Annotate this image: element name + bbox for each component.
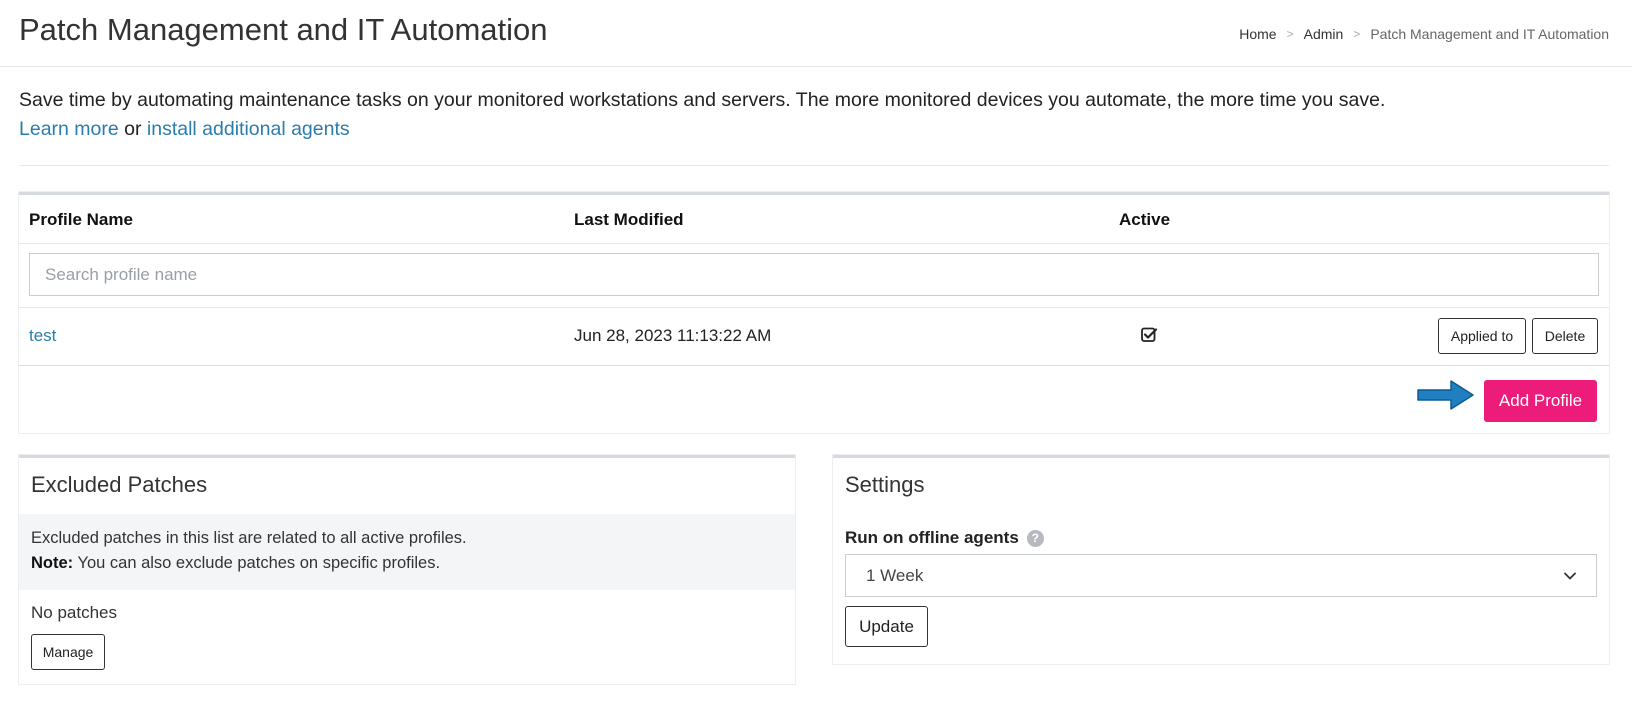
breadcrumb-separator: > [1353,27,1361,41]
breadcrumb-admin[interactable]: Admin [1304,26,1344,42]
add-profile-button[interactable]: Add Profile [1484,380,1597,422]
add-profile-row: Add Profile [19,365,1609,433]
excluded-info-box: Excluded patches in this list are relate… [19,514,795,590]
profiles-table: Profile Name Last Modified Active test J… [19,192,1609,433]
applied-to-button[interactable]: Applied to [1438,318,1526,354]
table-row: test Jun 28, 2023 11:13:22 AM Applied to… [19,307,1609,366]
search-input[interactable] [29,253,1599,296]
breadcrumb-home[interactable]: Home [1239,26,1276,42]
note-text: You can also exclude patches on specific… [73,554,441,572]
offline-agents-label-text: Run on offline agents [845,528,1019,547]
divider [19,165,1609,166]
breadcrumb: Home > Admin > Patch Management and IT A… [1239,26,1609,42]
no-patches-text: No patches [31,603,117,622]
last-modified-value: Jun 28, 2023 11:13:22 AM [574,326,772,345]
intro-text: Save time by automating maintenance task… [19,86,1609,144]
intro-description: Save time by automating maintenance task… [19,89,1386,111]
learn-more-link[interactable]: Learn more [19,118,119,140]
update-button[interactable]: Update [845,606,928,647]
page-header: Patch Management and IT Automation Home … [0,0,1632,67]
excluded-patches-title: Excluded Patches [31,472,208,497]
settings-title: Settings [845,472,925,497]
breadcrumb-separator: > [1286,27,1294,41]
arrow-right-icon [1417,380,1474,410]
profile-name-link[interactable]: test [29,326,56,346]
offline-agents-select[interactable]: 1 Week [845,554,1597,597]
offline-agents-label: Run on offline agents ? [845,528,1044,548]
select-value: 1 Week [866,565,924,585]
column-active: Active [1119,210,1171,229]
chevron-down-icon [1564,572,1576,579]
manage-button[interactable]: Manage [31,634,105,670]
excluded-patches-panel: Excluded Patches Excluded patches in thi… [19,455,795,684]
column-profile-name: Profile Name [29,210,133,229]
settings-panel: Settings Run on offline agents ? 1 Week … [833,455,1609,664]
search-row [19,243,1609,308]
breadcrumb-current: Patch Management and IT Automation [1370,26,1609,42]
intro-or: or [124,118,142,140]
column-last-modified: Last Modified [574,210,684,229]
excluded-info-text: Excluded patches in this list are relate… [31,529,467,547]
note-label: Note: [31,554,74,572]
page-title: Patch Management and IT Automation [19,12,548,47]
help-icon[interactable]: ? [1026,529,1044,547]
checked-checkbox-icon [1141,327,1157,342]
delete-button[interactable]: Delete [1532,318,1598,354]
install-agents-link[interactable]: install additional agents [147,118,350,140]
table-header: Profile Name Last Modified Active [19,195,1609,244]
